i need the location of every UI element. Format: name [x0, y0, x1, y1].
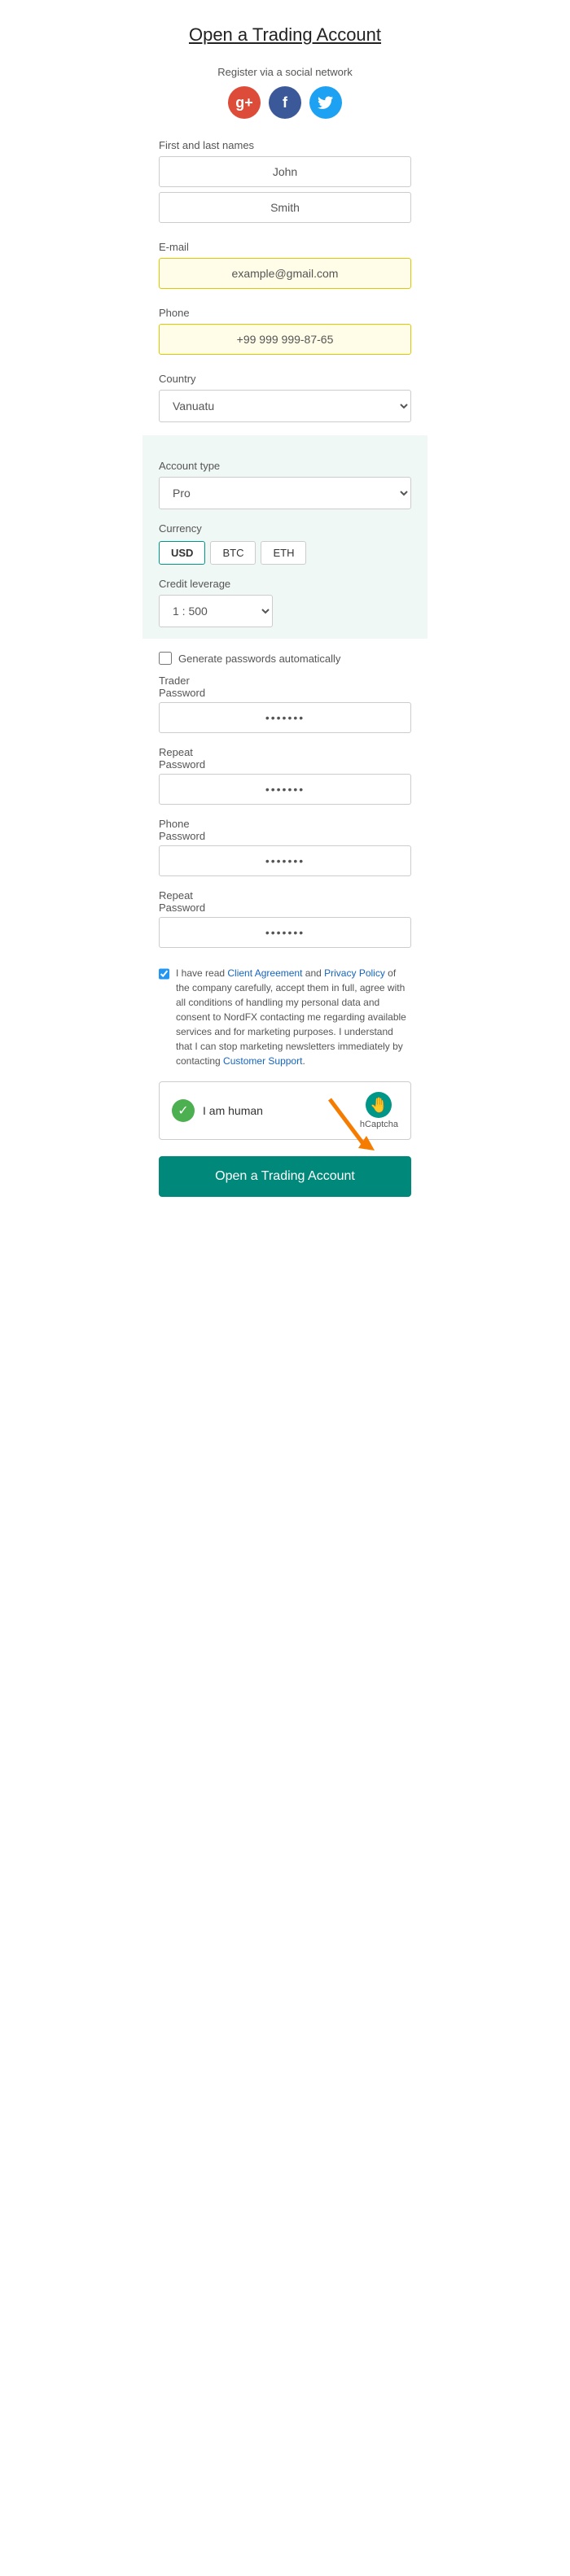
currency-label: Currency: [159, 522, 411, 535]
privacy-policy-link[interactable]: Privacy Policy: [324, 967, 385, 979]
names-section: First and last names: [159, 139, 411, 228]
social-icons: g+ f: [159, 86, 411, 119]
currency-options: USD BTC ETH: [159, 541, 411, 565]
agreement-checkbox[interactable]: [159, 967, 169, 980]
trader-password-group: TraderPassword: [159, 675, 411, 738]
leverage-section: Credit leverage 1 : 500 1 : 200 1 : 100: [159, 578, 411, 627]
agreement-text-4: .: [302, 1055, 305, 1067]
repeat-password-group: RepeatPassword: [159, 746, 411, 810]
social-label: Register via a social network: [159, 66, 411, 78]
page-title: Open a Trading Account: [159, 24, 411, 46]
orange-arrow-icon: [322, 1095, 387, 1156]
phone-input[interactable]: [159, 324, 411, 355]
leverage-select[interactable]: 1 : 500 1 : 200 1 : 100: [159, 595, 273, 627]
client-agreement-link[interactable]: Client Agreement: [227, 967, 302, 979]
repeat-phone-password-label: RepeatPassword: [159, 889, 411, 914]
social-section: Register via a social network g+ f: [159, 66, 411, 119]
twitter-login-button[interactable]: [309, 86, 342, 119]
currency-eth-button[interactable]: ETH: [261, 541, 306, 565]
account-type-section: Account type Pro Standard ECN: [159, 460, 411, 509]
account-type-label: Account type: [159, 460, 411, 472]
country-select[interactable]: Vanuatu United States United Kingdom: [159, 390, 411, 422]
country-section: Country Vanuatu United States United Kin…: [159, 373, 411, 422]
country-select-wrapper: Vanuatu United States United Kingdom: [159, 390, 411, 422]
email-section: E-mail: [159, 241, 411, 294]
captcha-checkmark: ✓: [172, 1099, 195, 1122]
phone-password-label: PhonePassword: [159, 818, 411, 842]
submit-container: Open a Trading Account: [159, 1140, 411, 1197]
account-section: Account type Pro Standard ECN Currency U…: [142, 435, 428, 639]
trader-password-label: TraderPassword: [159, 675, 411, 699]
agreement-text-3: of the company carefully, accept them in…: [176, 967, 406, 1067]
agreement-text: I have read Client Agreement and Privacy…: [176, 966, 411, 1068]
account-type-select[interactable]: Pro Standard ECN: [159, 477, 411, 509]
repeat-password-label: RepeatPassword: [159, 746, 411, 771]
facebook-login-button[interactable]: f: [269, 86, 301, 119]
submit-button[interactable]: Open a Trading Account: [159, 1156, 411, 1197]
account-section-inner: Account type Pro Standard ECN Currency U…: [159, 460, 411, 627]
names-label: First and last names: [159, 139, 411, 151]
account-type-select-wrapper: Pro Standard ECN: [159, 477, 411, 509]
captcha-left: ✓ I am human: [172, 1099, 263, 1122]
google-login-button[interactable]: g+: [228, 86, 261, 119]
generate-passwords-row: Generate passwords automatically: [159, 652, 411, 665]
phone-password-input[interactable]: [159, 845, 411, 876]
captcha-human-text: I am human: [203, 1104, 263, 1117]
agreement-text-2: and: [302, 967, 324, 979]
country-label: Country: [159, 373, 411, 385]
first-name-input[interactable]: [159, 156, 411, 187]
phone-password-group: PhonePassword: [159, 818, 411, 881]
page-container: Open a Trading Account Register via a so…: [142, 0, 428, 1221]
currency-usd-button[interactable]: USD: [159, 541, 205, 565]
leverage-label: Credit leverage: [159, 578, 411, 590]
leverage-select-wrapper: 1 : 500 1 : 200 1 : 100: [159, 595, 411, 627]
repeat-password-input[interactable]: [159, 774, 411, 805]
phone-section: Phone: [159, 307, 411, 360]
agreement-text-1: I have read: [176, 967, 227, 979]
trader-password-input[interactable]: [159, 702, 411, 733]
generate-passwords-checkbox[interactable]: [159, 652, 172, 665]
currency-btc-button[interactable]: BTC: [210, 541, 256, 565]
last-name-input[interactable]: [159, 192, 411, 223]
email-label: E-mail: [159, 241, 411, 253]
repeat-phone-password-input[interactable]: [159, 917, 411, 948]
password-section: TraderPassword RepeatPassword PhonePassw…: [159, 675, 411, 953]
repeat-phone-password-group: RepeatPassword: [159, 889, 411, 953]
customer-support-link[interactable]: Customer Support: [223, 1055, 302, 1067]
phone-label: Phone: [159, 307, 411, 319]
generate-passwords-label: Generate passwords automatically: [178, 653, 340, 665]
currency-section: Currency USD BTC ETH: [159, 522, 411, 565]
email-input[interactable]: [159, 258, 411, 289]
agreement-row: I have read Client Agreement and Privacy…: [159, 966, 411, 1068]
